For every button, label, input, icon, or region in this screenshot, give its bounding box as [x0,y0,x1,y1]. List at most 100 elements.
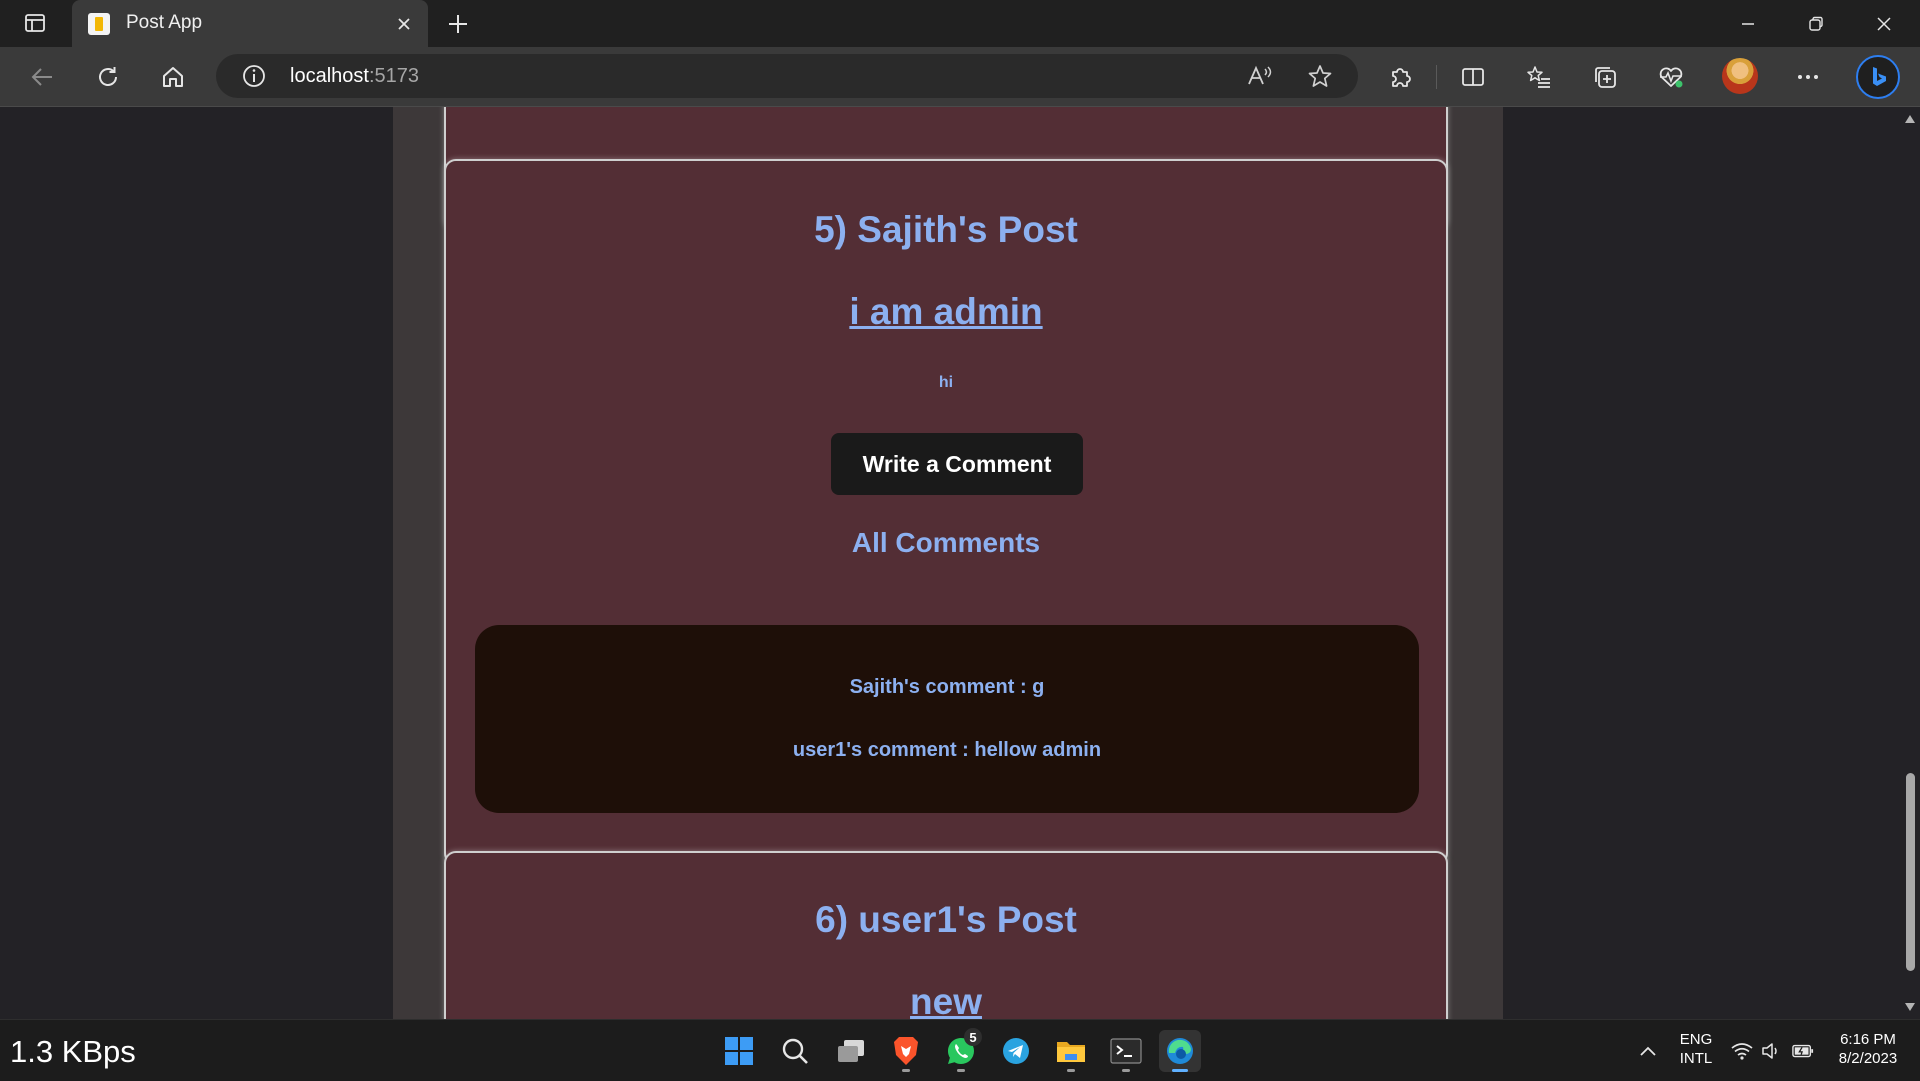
show-hidden-icons-button[interactable] [1637,1040,1659,1062]
whatsapp-app[interactable]: 5 [940,1028,982,1072]
scrollbar-thumb[interactable] [1906,773,1915,971]
language-label: ENG [1679,1031,1713,1048]
posts-column: 5) Sajith's Post i am admin hi Write a C… [393,107,1503,1019]
close-icon [398,18,410,30]
post-heading: 5) Sajith's Post [814,209,1078,250]
running-indicator [1122,1069,1130,1072]
folder-icon [1057,1042,1085,1062]
start-button[interactable] [718,1030,760,1072]
minimize-button[interactable] [1714,0,1782,47]
puzzle-icon [1392,68,1411,87]
split-screen-button[interactable] [1453,57,1493,97]
page-scrollbar[interactable] [1900,107,1920,1019]
windows-logo-icon [725,1037,753,1065]
home-button[interactable] [153,57,193,97]
toolbar-separator [1436,65,1437,89]
post-card: 6) user1's Post new [444,851,1448,1019]
scroll-up-button[interactable] [1904,113,1916,125]
volume-status[interactable] [1760,1040,1782,1062]
post-body: hi [938,374,954,391]
speaker-icon [1762,1043,1777,1059]
browser-toolbar: localhost:5173 [0,47,1920,107]
favorites-button[interactable] [1519,57,1559,97]
post-title-link[interactable]: i am admin [849,291,1042,332]
wifi-status[interactable] [1731,1040,1753,1062]
brave-browser-app[interactable] [885,1030,927,1072]
search-icon [782,1038,808,1064]
battery-charging-icon [1792,1044,1814,1058]
back-button[interactable] [22,57,62,97]
profile-avatar[interactable] [1722,58,1758,94]
post-title-link[interactable]: new [910,981,982,1019]
telegram-app[interactable] [995,1030,1037,1072]
star-icon [1308,65,1332,87]
tab-actions-icon [25,14,45,32]
terminal-icon [1110,1038,1142,1064]
home-icon [163,67,183,87]
edge-icon [1167,1038,1193,1064]
running-indicator [1067,1069,1075,1072]
comment-item: user1's comment : hellow admin [792,739,1102,761]
browser-titlebar: Post App [0,0,1920,47]
triangle-down-icon [1905,1003,1915,1011]
read-aloud-button[interactable] [1242,58,1278,94]
restore-icon [1809,16,1823,31]
triangle-up-icon [1905,115,1915,123]
new-tab-button[interactable] [442,8,474,40]
refresh-icon [99,67,117,86]
clock-time: 6:16 PM [1840,1031,1896,1048]
close-icon [1877,16,1891,31]
search-button[interactable] [774,1030,816,1072]
all-comments-heading: All Comments [851,527,1041,558]
bing-icon [1873,67,1886,86]
running-indicator [957,1069,965,1072]
settings-more-button[interactable] [1788,57,1828,97]
clock-date: 8/2/2023 [1838,1050,1898,1067]
post-card: 5) Sajith's Post i am admin hi Write a C… [444,159,1448,865]
tab-close-button[interactable] [392,12,416,36]
split-screen-icon [1462,68,1484,86]
browser-essentials-button[interactable] [1651,57,1691,97]
restore-button[interactable] [1782,0,1850,47]
scroll-down-button[interactable] [1904,1001,1916,1013]
address-bar[interactable]: localhost:5173 [216,54,1358,98]
edge-browser-app[interactable] [1159,1030,1201,1072]
chevron-up-icon [1640,1046,1656,1056]
site-info-button[interactable] [236,58,272,94]
bing-chat-button[interactable] [1856,55,1900,99]
file-explorer-app[interactable] [1050,1030,1092,1072]
wifi-icon [1731,1043,1753,1060]
heartbeat-icon [1659,67,1683,88]
write-comment-button[interactable]: Write a Comment [831,433,1083,495]
task-view-button[interactable] [830,1030,872,1072]
info-icon [243,65,265,87]
favorite-button[interactable] [1302,58,1338,94]
running-indicator [1172,1069,1188,1072]
comments-list: Sajith's comment : g user1's comment : h… [475,625,1419,813]
collections-icon [1595,67,1616,88]
collections-button[interactable] [1585,57,1625,97]
input-language-button[interactable]: ENG INTL [1664,1031,1728,1067]
tab-actions-button[interactable] [18,8,52,38]
post-heading: 6) user1's Post [815,899,1077,940]
clock-button[interactable]: 6:16 PM 8/2/2023 [1824,1031,1912,1067]
window-close-button[interactable] [1850,0,1918,47]
refresh-button[interactable] [88,57,128,97]
url-port: :5173 [368,65,419,87]
tab-title: Post App [126,12,203,33]
network-speed-widget: 1.3 KBps [10,1034,136,1069]
comment-item: Sajith's comment : g [849,676,1045,698]
back-arrow-icon [31,68,52,86]
extensions-button[interactable] [1380,57,1420,97]
read-aloud-icon [1248,65,1272,85]
browser-tab-active[interactable]: Post App [72,0,428,47]
telegram-icon [1003,1038,1029,1064]
page-viewport: 5) Sajith's Post i am admin hi Write a C… [0,107,1900,1019]
windows-taskbar: 1.3 KBps 5 ENG INTL 6:16 PM 8/2/2023 [0,1019,1920,1081]
terminal-app[interactable] [1105,1030,1147,1072]
url-text: localhost:5173 [290,65,419,88]
post-app-favicon-icon [88,13,110,35]
notification-badge: 5 [964,1028,982,1046]
favorites-list-icon [1527,66,1550,88]
battery-status[interactable] [1792,1040,1814,1062]
